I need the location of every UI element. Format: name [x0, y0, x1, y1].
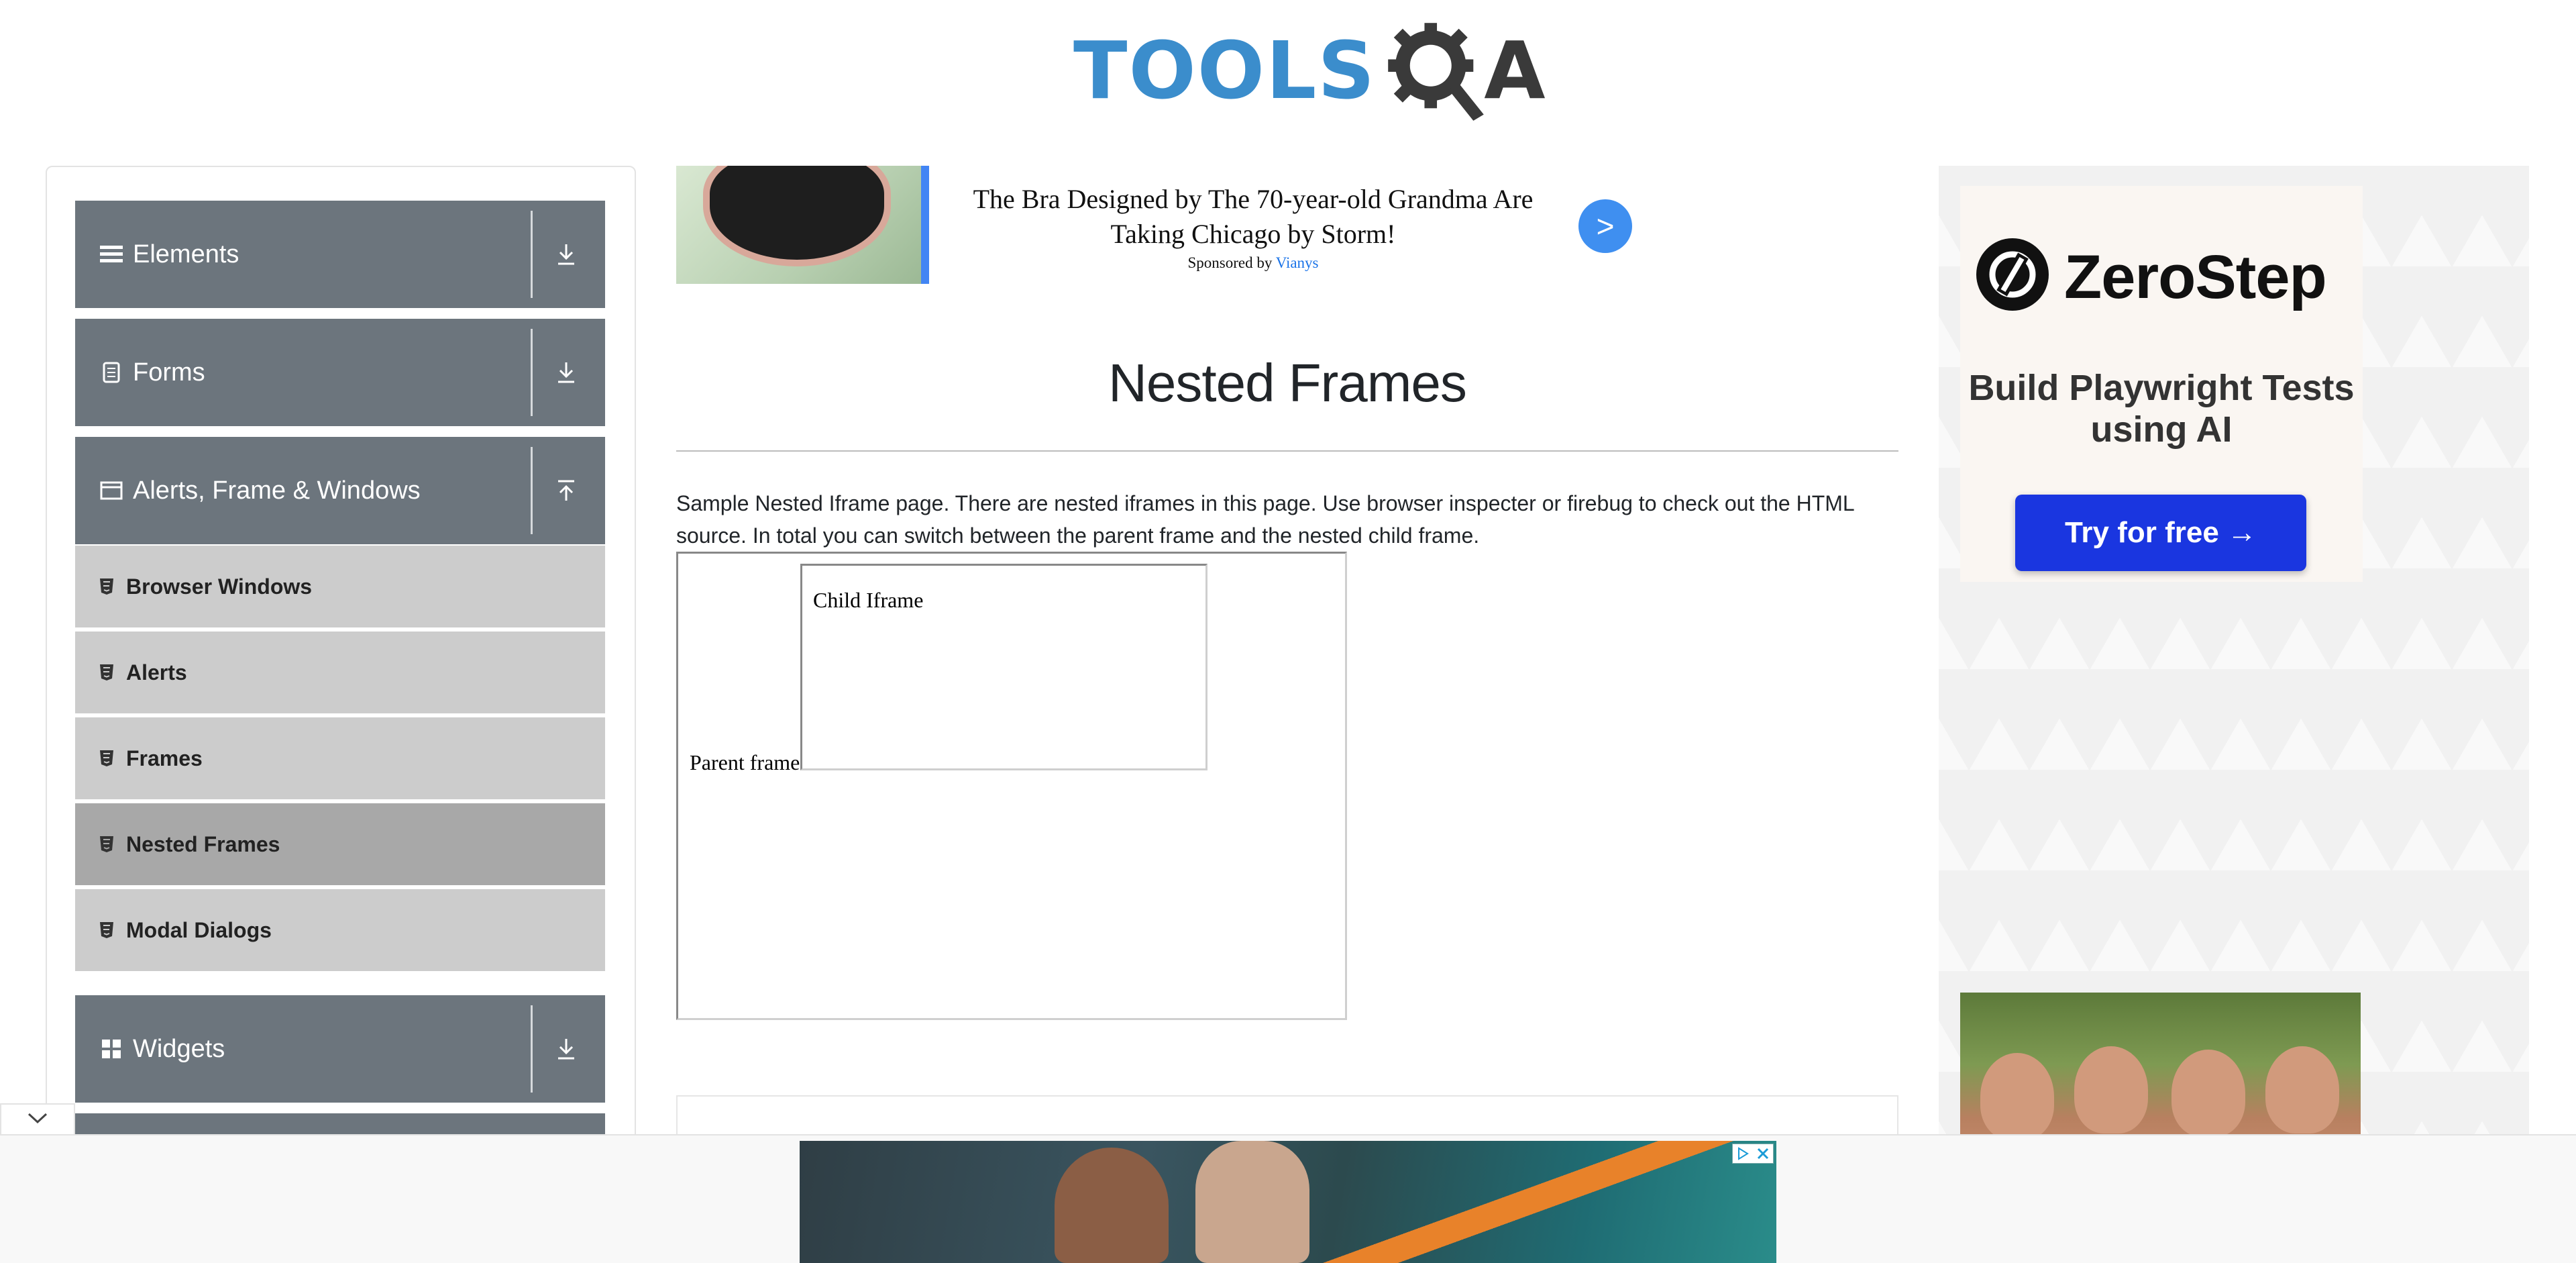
html5-icon	[97, 662, 117, 683]
upload-icon[interactable]	[553, 477, 580, 504]
try-for-free-button[interactable]: Try for free →	[2015, 495, 2306, 571]
zerostep-ad[interactable]: ZeroStep Build Playwright Tests using AI…	[1960, 186, 2363, 582]
sidebar-item-browser-windows[interactable]: Browser Windows	[75, 546, 605, 627]
sidebar-item-modal-dialogs[interactable]: Modal Dialogs	[75, 889, 605, 971]
sidebar-group-forms[interactable]: Forms	[75, 319, 605, 426]
html5-icon	[97, 834, 117, 854]
logo-text-tools: TOOLS	[1073, 24, 1377, 117]
html5-icon	[97, 576, 117, 597]
sidebar-item-frames[interactable]: Frames	[75, 717, 605, 799]
child-frame-label: Child Iframe	[813, 588, 924, 612]
ad-sponsor-line: Sponsored by Vianys	[958, 254, 1548, 272]
page-title: Nested Frames	[1108, 353, 1467, 413]
zerostep-brand: ZeroStep	[2064, 243, 2327, 311]
ad-accent-bar	[921, 166, 929, 284]
sidebar-item-alerts[interactable]: Alerts	[75, 632, 605, 713]
sidebar-item-label: Browser Windows	[126, 574, 313, 599]
html5-icon	[97, 748, 117, 768]
sponsored-ad-banner[interactable]: The Bra Designed by The 70-year-old Gran…	[676, 166, 1635, 284]
adchoices-icon[interactable]	[1732, 1144, 1774, 1164]
sidebar-item-label: Frames	[126, 746, 203, 770]
sidebar-item-label: Alerts	[126, 660, 187, 685]
sidebar-item-nested-frames[interactable]: Nested Frames	[75, 803, 605, 885]
sidebar-group-label: Widgets	[133, 1034, 225, 1063]
window-icon	[97, 476, 126, 505]
gear-magnifier-icon	[1384, 19, 1488, 123]
zerostep-tagline: Build Playwright Tests using AI	[1968, 368, 2355, 450]
zerostep-logo-icon	[1976, 238, 2049, 311]
logo-text-a: A	[1484, 24, 1546, 117]
title-divider	[676, 450, 1898, 452]
ad-sponsored-by: Sponsored by	[1187, 254, 1273, 271]
toolsqa-logo[interactable]: TOOLS A	[1073, 19, 1546, 123]
download-icon[interactable]	[553, 1035, 580, 1062]
sidebar-group-widgets[interactable]: Widgets	[75, 995, 605, 1103]
ad-go-button[interactable]: >	[1578, 199, 1632, 253]
sidebar-item-label: Modal Dialogs	[126, 917, 272, 942]
chevron-down-icon	[28, 1112, 48, 1127]
download-icon[interactable]	[553, 241, 580, 268]
divider	[531, 211, 533, 298]
hamburger-icon	[97, 240, 126, 269]
sidebar-group-label: Alerts, Frame & Windows	[133, 476, 421, 505]
ad-headline[interactable]: The Bra Designed by The 70-year-old Gran…	[958, 182, 1548, 252]
sidebar-group-label: Elements	[133, 240, 239, 268]
page-description: Sample Nested Iframe page. There are nes…	[676, 491, 1854, 548]
divider	[531, 1005, 533, 1093]
sidebar-group-alerts-frame-windows[interactable]: Alerts, Frame & Windows	[75, 437, 605, 544]
download-icon[interactable]	[553, 359, 580, 386]
sidebar: Elements Forms Alerts, Frame & Windows B…	[46, 166, 636, 1172]
parent-frame-label: Parent frame	[690, 750, 800, 774]
sidebar-group-label: Forms	[133, 358, 205, 387]
collapse-ad-button[interactable]	[0, 1103, 75, 1134]
html5-icon	[97, 920, 117, 940]
sidebar-item-label: Nested Frames	[126, 831, 280, 856]
right-ad-column: ZeroStep Build Playwright Tests using AI…	[1939, 166, 2529, 1172]
sidebar-group-elements[interactable]: Elements	[75, 201, 605, 308]
ad-sponsor-name[interactable]: Vianys	[1276, 254, 1319, 271]
divider	[531, 329, 533, 416]
document-icon	[97, 358, 126, 387]
divider	[531, 447, 533, 534]
bottom-video-ad[interactable]	[800, 1141, 1776, 1263]
ad-image	[676, 166, 926, 284]
grid-icon	[97, 1034, 126, 1064]
